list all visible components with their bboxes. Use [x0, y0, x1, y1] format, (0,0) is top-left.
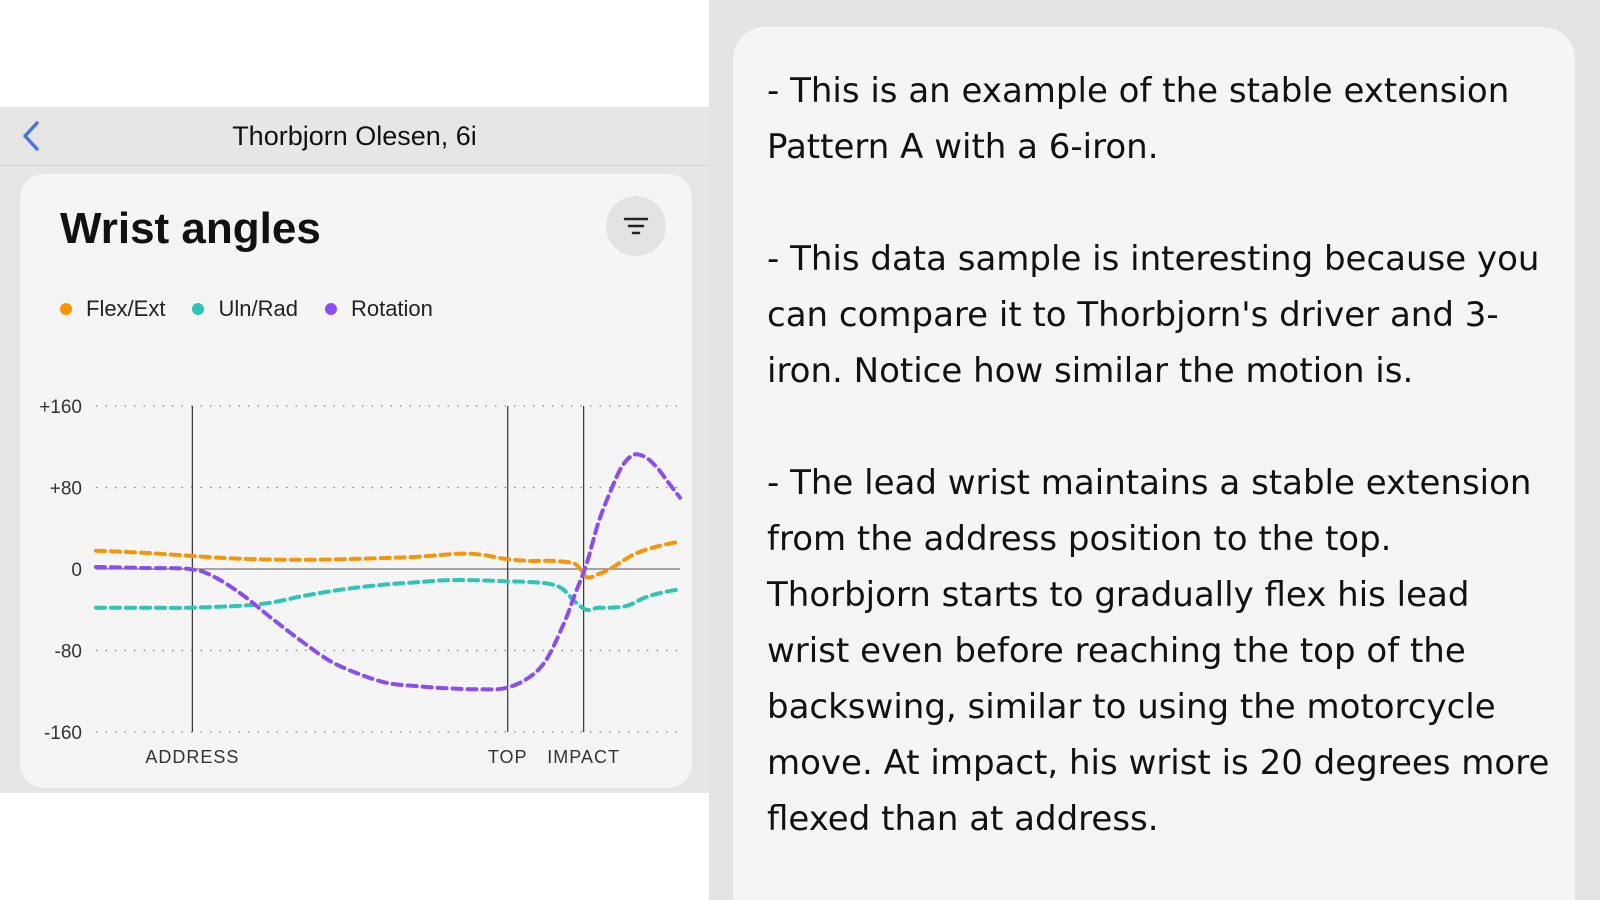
y-tick-label: +160 — [39, 397, 82, 418]
y-tick-label: 0 — [71, 560, 82, 581]
notes-panel: - This is an example of the stable exten… — [733, 27, 1575, 900]
series-line-uln-rad — [94, 578, 682, 613]
app-screen: Thorbjorn Olesen, 6i Wrist angles Flex/E… — [0, 0, 709, 900]
event-label: TOP — [488, 747, 528, 767]
nav-bar: Thorbjorn Olesen, 6i — [0, 107, 709, 166]
event-label: IMPACT — [547, 747, 620, 767]
note-paragraph: - This data sample is interesting becaus… — [767, 239, 1540, 391]
series-line-rotation — [94, 452, 682, 692]
wrist-angles-chart: +160 +80 0 -80 -160 ADDRESS TOP IMPACT — [39, 397, 682, 767]
note-paragraph: - This is an example of the stable exten… — [767, 71, 1510, 167]
wrist-angles-card: Wrist angles Flex/Ext Uln/Rad Rotation +… — [20, 174, 692, 788]
page-title: Thorbjorn Olesen, 6i — [232, 121, 477, 151]
y-tick-label: -80 — [55, 642, 82, 663]
y-tick-label: +80 — [50, 479, 82, 500]
note-paragraph: - The lead wrist maintains a stable exte… — [767, 463, 1550, 839]
notes-text: - This is an example of the stable exten… — [767, 63, 1557, 900]
y-tick-label: -160 — [44, 723, 82, 744]
event-label: ADDRESS — [145, 747, 239, 767]
